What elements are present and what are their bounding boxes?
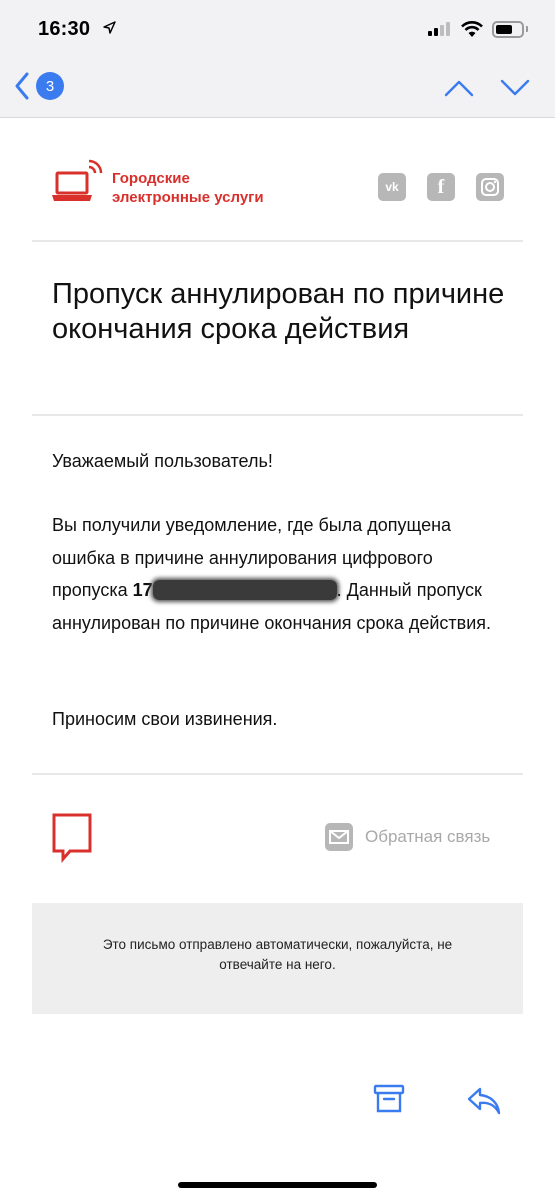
divider — [32, 414, 523, 416]
reply-icon[interactable] — [466, 1086, 502, 1116]
redacted-pass-code: 04-EAAM-ET44-TKMT — [152, 580, 337, 600]
chevron-left-icon — [15, 72, 29, 100]
vk-icon[interactable]: vk — [378, 173, 406, 201]
next-message-chevron-down-icon[interactable] — [499, 78, 531, 98]
laptop-signal-logo-icon — [52, 159, 103, 201]
instagram-icon[interactable] — [476, 173, 504, 201]
battery-icon — [492, 21, 524, 38]
home-indicator[interactable] — [178, 1182, 377, 1188]
unread-count-badge: 3 — [36, 72, 64, 100]
status-bar: 16:30 — [0, 0, 555, 60]
pass-code: 1704-EAAM-ET44-TKMT — [132, 580, 337, 600]
brand-name: Городские электронные услуги — [112, 170, 264, 206]
divider — [32, 240, 523, 242]
location-arrow-icon — [103, 21, 116, 34]
auto-notice-text: Это письмо отправлено автоматически, пож… — [102, 937, 453, 972]
divider — [32, 773, 523, 775]
envelope-icon — [325, 823, 353, 851]
back-button[interactable]: 3 — [14, 72, 64, 100]
email-header: Городские электронные услуги vk f — [52, 157, 507, 209]
status-time: 16:30 — [38, 18, 91, 40]
greeting: Уважаемый пользователь! — [52, 451, 273, 471]
message-paragraph: Вы получили уведомление, где была допуще… — [52, 515, 491, 633]
cellular-signal-icon — [428, 22, 450, 36]
feedback-label: Обратная связь — [365, 827, 491, 846]
previous-message-chevron-up-icon[interactable] — [443, 78, 475, 98]
facebook-icon[interactable]: f — [427, 173, 455, 201]
apology-text: Приносим свои извинения. — [52, 709, 278, 729]
speech-bubble-icon — [52, 813, 92, 863]
archive-icon[interactable] — [373, 1084, 405, 1114]
wifi-icon — [461, 21, 483, 37]
mail-nav-bar: 3 — [0, 60, 555, 118]
feedback-link[interactable]: Обратная связь — [325, 823, 490, 851]
email-headline: Пропуск аннулирован по причине окончания… — [52, 278, 505, 345]
auto-notice-box: Это письмо отправлено автоматически, пож… — [32, 903, 523, 1014]
